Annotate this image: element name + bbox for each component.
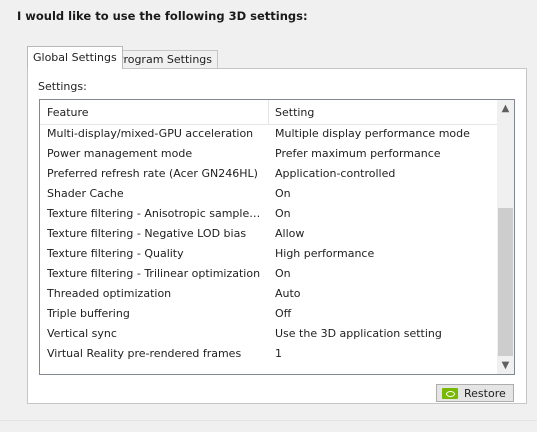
row-setting[interactable]: Allow [275,224,304,244]
table-row[interactable]: Texture filtering - Negative LOD bias All… [40,224,498,244]
tab-program-settings[interactable]: Program Settings [111,50,219,68]
row-setting[interactable]: Application-controlled [275,164,395,184]
settings-rows: Multi-display/mixed-GPU acceleration Mult… [40,124,498,364]
table-row[interactable]: Triple buffering Off [40,304,498,324]
row-feature: Vertical sync [47,327,117,340]
row-feature: Shader Cache [47,187,124,200]
table-row[interactable]: Texture filtering - Quality High performa… [40,244,498,264]
row-setting[interactable]: Prefer maximum performance [275,144,441,164]
nvidia-icon [442,387,458,399]
row-feature: Threaded optimization [47,287,172,300]
row-feature: Texture filtering - Anisotropic sample o… [47,207,263,220]
row-setting[interactable]: On [275,184,291,204]
row-feature: Texture filtering - Negative LOD bias [47,227,247,240]
table-row[interactable]: Virtual Reality pre-rendered frames 1 [40,344,498,364]
table-row[interactable]: Shader Cache On [40,184,498,204]
row-setting[interactable]: High performance [275,244,374,264]
row-setting[interactable]: On [275,204,291,224]
settings-list[interactable]: Feature Setting Multi-display/mixed-GPU … [39,99,515,375]
table-row[interactable]: Power management mode Prefer maximum perf… [40,144,498,164]
restore-button[interactable]: Restore [436,384,514,402]
column-divider[interactable] [268,100,269,124]
row-setting[interactable]: Off [275,304,291,324]
table-row[interactable]: Multi-display/mixed-GPU acceleration Mult… [40,124,498,144]
row-feature: Texture filtering - Quality [47,247,184,260]
row-setting[interactable]: Multiple display performance mode [275,124,470,144]
column-header-feature[interactable]: Feature [47,106,89,119]
row-feature: Virtual Reality pre-rendered frames [47,347,242,360]
table-row[interactable]: Threaded optimization Auto [40,284,498,304]
row-setting[interactable]: On [275,264,291,284]
divider [0,420,537,421]
table-row[interactable]: Preferred refresh rate (Acer GN246HL) App… [40,164,498,184]
row-setting[interactable]: Use the 3D application setting [275,324,442,344]
scrollbar-thumb[interactable] [498,208,513,356]
row-setting[interactable]: Auto [275,284,301,304]
restore-button-label: Restore [464,386,506,400]
row-feature: Triple buffering [47,307,130,320]
vertical-scrollbar[interactable]: ▲ ▼ [497,100,514,374]
table-row[interactable]: Texture filtering - Trilinear optimizati… [40,264,498,284]
chevron-down-icon[interactable]: ▼ [497,357,514,374]
chevron-up-icon[interactable]: ▲ [497,100,514,117]
row-feature: Power management mode [47,147,193,160]
row-setting[interactable]: 1 [275,344,282,364]
column-header-row: Feature Setting [40,100,498,125]
tab-panel: Settings: Feature Setting Multi-display/… [27,68,527,404]
page-heading: I would like to use the following 3D set… [17,9,308,23]
row-feature: Multi-display/mixed-GPU acceleration [47,127,254,140]
column-header-setting[interactable]: Setting [275,106,314,119]
row-feature: Preferred refresh rate (Acer GN246HL) [47,167,258,180]
table-row[interactable]: Texture filtering - Anisotropic sample o… [40,204,498,224]
settings-label: Settings: [38,80,87,93]
row-feature: Texture filtering - Trilinear optimizati… [47,267,261,280]
tab-global-settings[interactable]: Global Settings [27,46,123,69]
table-row[interactable]: Vertical sync Use the 3D application sett… [40,324,498,344]
